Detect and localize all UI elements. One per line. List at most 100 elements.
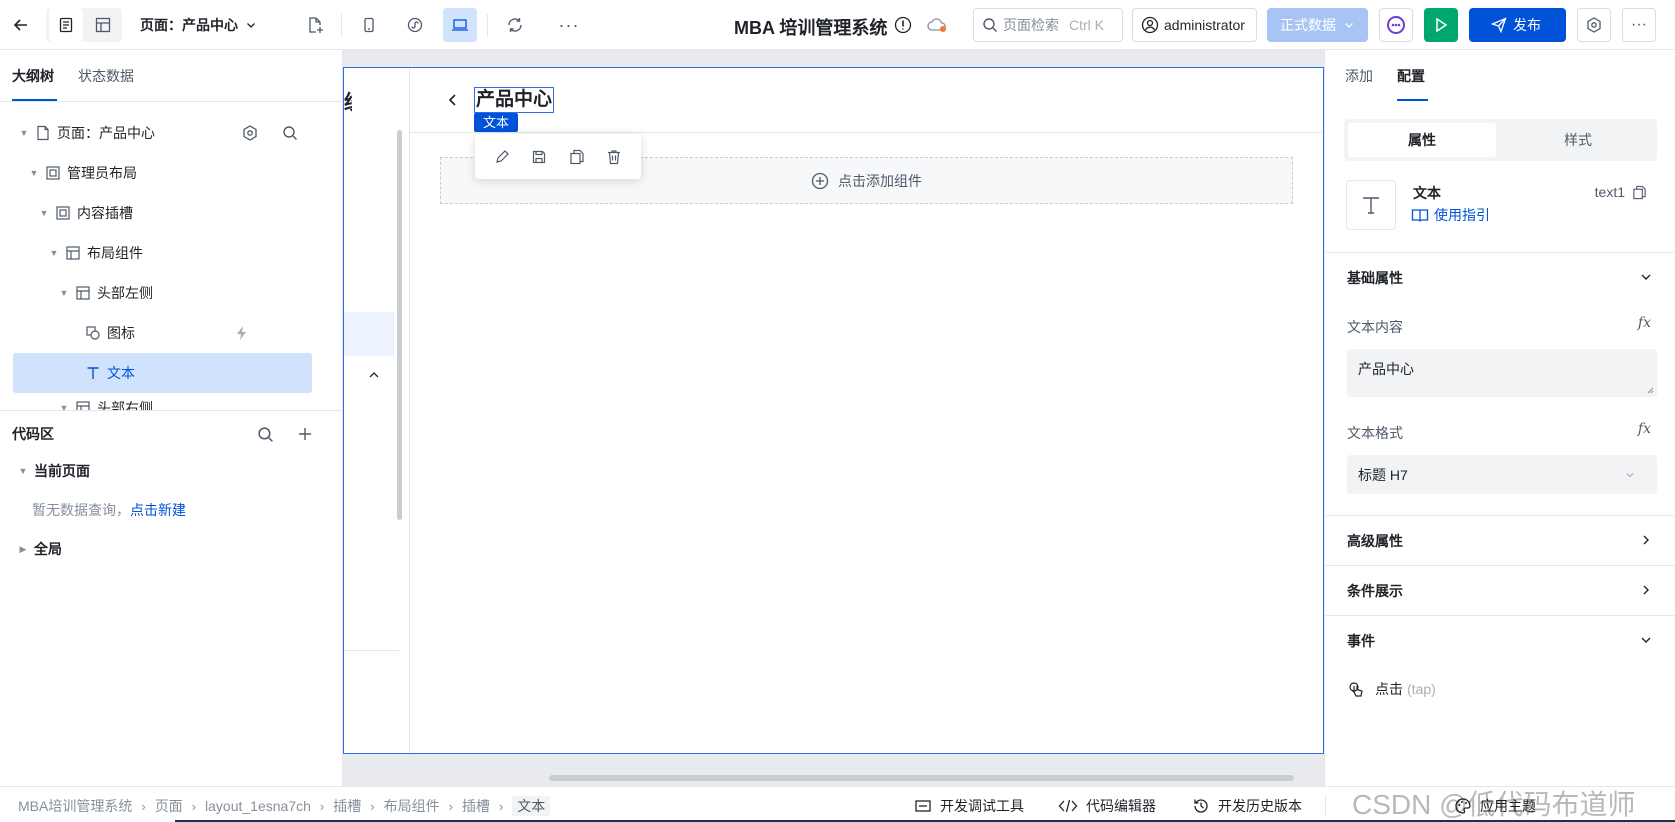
settings-gear-icon[interactable] [1577, 8, 1611, 42]
copy-icon[interactable] [569, 149, 585, 165]
current-page-group[interactable]: ▼ 当前页面 [18, 461, 90, 481]
search-placeholder: 页面检索 [1003, 17, 1059, 33]
advanced-properties-section[interactable]: 高级属性 [1325, 515, 1675, 565]
watermark-text: CSDN @低代码布道师 [1352, 789, 1636, 820]
delete-trash-icon[interactable] [606, 149, 622, 165]
event-tap-item[interactable]: 点击 (tap) [1347, 679, 1436, 699]
component-type-badge [1346, 180, 1396, 230]
debug-tools-label: 开发调试工具 [940, 798, 1024, 814]
refresh-icon[interactable] [498, 8, 532, 42]
resize-handle-icon[interactable] [1647, 387, 1654, 394]
text-content-input[interactable]: 产品中心 [1347, 349, 1657, 397]
info-icon[interactable] [886, 8, 920, 42]
user-menu[interactable]: administrator [1132, 8, 1257, 42]
tree-item-layout-component[interactable]: ▼ 布局组件 [13, 233, 312, 273]
basic-properties-section[interactable]: 基础属性 [1325, 252, 1675, 302]
tree-item-admin-layout[interactable]: ▼ 管理员布局 [13, 153, 312, 193]
page-frame[interactable]: 统 产品中心 文本 点击添加组件 [343, 67, 1324, 754]
tab-state-data[interactable]: 状态数据 [78, 66, 134, 86]
caret-down-icon[interactable]: ▼ [59, 288, 69, 298]
tab-outline-tree[interactable]: 大纲树 [12, 66, 54, 86]
tree-item-page[interactable]: ▼ 页面：产品中心 [13, 113, 312, 153]
breadcrumb-item[interactable]: 页面 [155, 796, 183, 816]
save-icon[interactable] [531, 149, 547, 165]
desktop-view-icon[interactable] [443, 8, 477, 42]
text-format-select[interactable]: 标题 H7 [1347, 455, 1657, 494]
tree-item-header-left[interactable]: ▼ 头部左侧 [13, 273, 312, 313]
usage-guide-link[interactable]: 使用指引 [1411, 205, 1490, 225]
breadcrumb-item[interactable]: 插槽 [333, 796, 361, 816]
page-search-input[interactable]: 页面检索 Ctrl K [973, 8, 1123, 42]
miniprogram-view-icon[interactable] [398, 8, 432, 42]
tree-search-icon[interactable] [282, 125, 298, 141]
chevron-down-icon [1626, 473, 1634, 478]
breadcrumb-item[interactable]: layout_1esna7ch [205, 798, 311, 814]
publish-button[interactable]: 发布 [1469, 8, 1566, 42]
page-view-icon[interactable] [49, 8, 83, 42]
caret-down-icon[interactable]: ▼ [19, 128, 29, 138]
chevron-up-icon[interactable] [368, 370, 380, 380]
caret-down-icon[interactable]: ▼ [29, 168, 39, 178]
chevron-down-icon [247, 23, 255, 28]
code-brackets-icon [1058, 799, 1078, 813]
tab-config[interactable]: 配置 [1397, 66, 1425, 86]
page-settings-icon[interactable] [242, 125, 258, 141]
history-versions-button[interactable]: 开发历史版本 [1192, 796, 1302, 816]
edit-pencil-icon[interactable] [494, 149, 510, 165]
lightning-icon[interactable] [234, 325, 250, 341]
add-page-icon[interactable] [298, 8, 332, 42]
breadcrumb-item[interactable]: 布局组件 [384, 796, 440, 816]
subtab-style[interactable]: 样式 [1504, 123, 1652, 157]
caret-down-icon[interactable]: ▼ [59, 403, 69, 410]
tab-add[interactable]: 添加 [1345, 66, 1373, 86]
sidebar-active-item[interactable] [344, 312, 394, 356]
fx-binding-icon[interactable]: fx [1638, 315, 1651, 331]
caret-right-icon: ▶ [19, 544, 27, 554]
copy-id-icon[interactable] [1632, 185, 1647, 200]
tree-item-label: 管理员布局 [67, 165, 137, 181]
back-chevron-icon[interactable] [448, 93, 458, 107]
tree-item-text-selected[interactable]: 文本 [13, 353, 312, 393]
component-name: 文本 [1413, 185, 1441, 201]
back-arrow-icon[interactable] [4, 8, 38, 42]
caret-down-icon[interactable]: ▼ [39, 208, 49, 218]
tree-item-icon[interactable]: 图标 [13, 313, 312, 353]
env-selector[interactable]: 正式数据 [1267, 8, 1368, 42]
create-query-link[interactable]: 点击新建 [130, 502, 186, 518]
fx-binding-icon[interactable]: fx [1638, 421, 1651, 437]
subtab-properties[interactable]: 属性 [1348, 123, 1496, 157]
tree-item-header-right[interactable]: ▼ 头部右侧 [59, 398, 153, 410]
debug-tools-button[interactable]: 开发调试工具 [914, 796, 1024, 816]
more-icon[interactable]: ··· [552, 8, 586, 42]
sidebar-scrollbar[interactable] [397, 130, 402, 520]
global-group[interactable]: ▶ 全局 [18, 539, 62, 559]
cloud-sync-icon[interactable] [920, 8, 954, 42]
events-section[interactable]: 事件 [1325, 615, 1675, 665]
header-title-text[interactable]: 产品中心 [474, 87, 555, 113]
code-editor-button[interactable]: 代码编辑器 [1058, 796, 1156, 816]
add-code-icon[interactable] [297, 426, 313, 442]
conditional-display-section[interactable]: 条件展示 [1325, 565, 1675, 615]
plus-circle-icon [811, 172, 829, 189]
layout-view-icon[interactable] [86, 8, 120, 42]
run-preview-icon[interactable] [1424, 8, 1458, 42]
breadcrumb-item[interactable]: 插槽 [462, 796, 490, 816]
section-title: 高级属性 [1347, 532, 1403, 549]
tree-item-label: 头部左侧 [97, 285, 153, 301]
component-id-text: text1 [1594, 184, 1625, 200]
breadcrumb-item[interactable]: MBA培训管理系统 [18, 796, 132, 816]
caret-down-icon[interactable]: ▼ [49, 248, 59, 258]
more-menu-icon[interactable]: ··· [1622, 8, 1656, 42]
mobile-view-icon[interactable] [352, 8, 386, 42]
app-title: MBA 培训管理系统 [734, 18, 888, 38]
app-logo-text: 统 [344, 86, 352, 115]
prop-style-switch: 属性 样式 [1344, 119, 1657, 161]
ai-assistant-icon[interactable] [1379, 8, 1413, 42]
code-search-icon[interactable] [257, 426, 274, 443]
tree-item-content-slot[interactable]: ▼ 内容插槽 [13, 193, 312, 233]
canvas-horizontal-scrollbar[interactable] [549, 775, 1294, 781]
component-action-toolbar [475, 134, 641, 179]
design-canvas: 统 产品中心 文本 点击添加组件 [343, 50, 1324, 786]
page-selector[interactable]: 页面：产品中心 [140, 15, 256, 35]
tree-clip: ▼ 头部右侧 [13, 393, 312, 410]
